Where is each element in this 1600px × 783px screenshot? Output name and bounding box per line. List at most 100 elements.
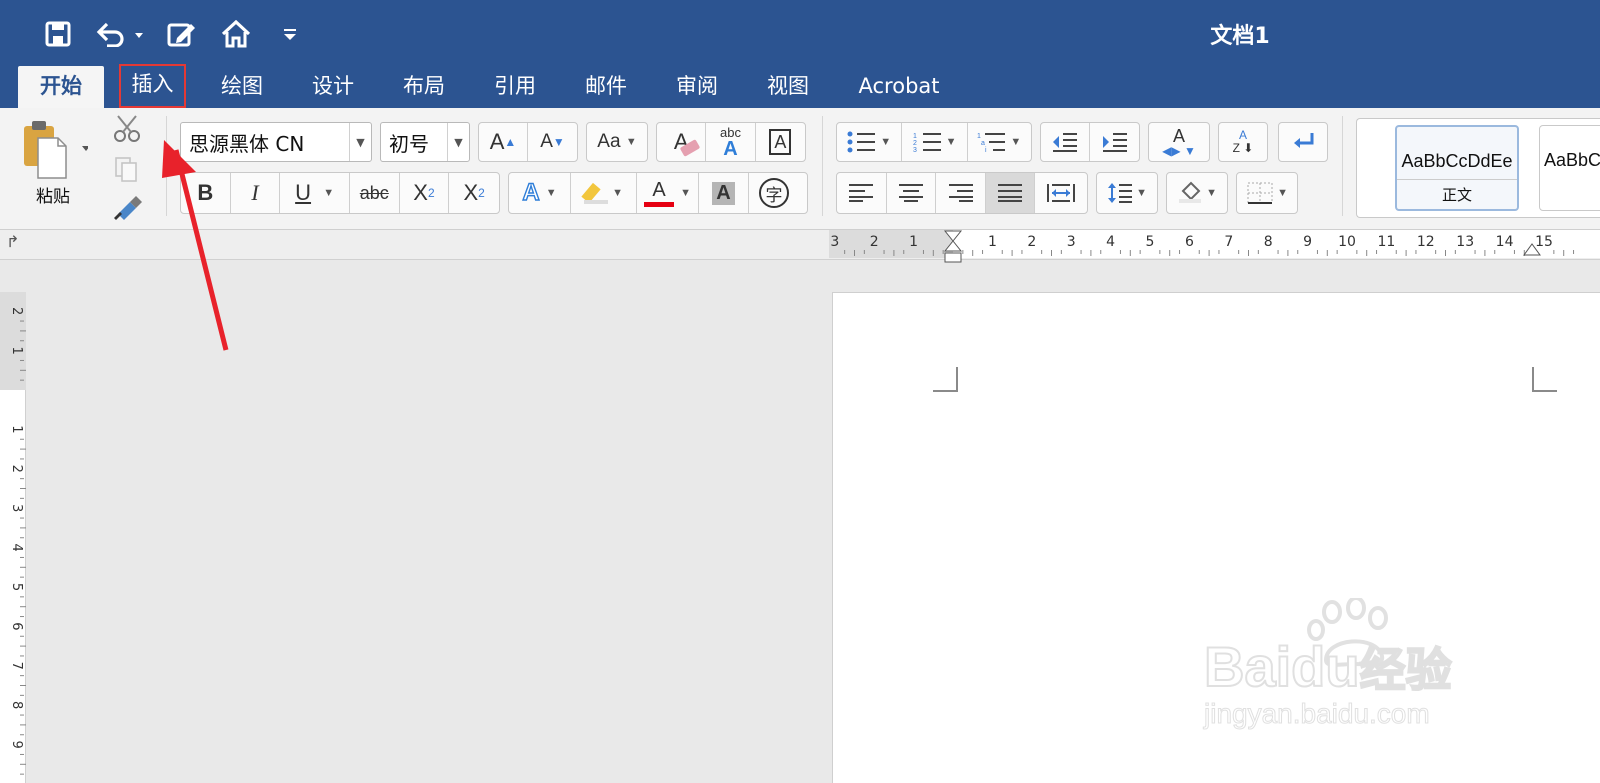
ruler-label: 8	[9, 701, 24, 709]
highlight-button[interactable]: ▼	[571, 173, 637, 213]
align-right-button[interactable]	[936, 173, 986, 213]
distributed-button[interactable]	[1035, 173, 1087, 213]
home-icon[interactable]	[216, 14, 256, 54]
margin-corner-mark	[933, 367, 958, 392]
style-normal[interactable]: AaBbCcDdEe 正文	[1395, 125, 1519, 211]
subscript-button[interactable]: X2	[400, 173, 450, 213]
format-painter-icon[interactable]	[112, 192, 144, 222]
style-no-spacing[interactable]: AaBbCcDdEe	[1539, 125, 1600, 211]
customize-icon[interactable]	[270, 14, 310, 54]
tab-mailings[interactable]: 邮件	[572, 66, 640, 108]
alignment-buttons	[836, 172, 1088, 214]
multilevel-list-button[interactable]: 1ai ▼	[968, 123, 1031, 161]
edit-icon[interactable]	[162, 14, 202, 54]
copy-icon[interactable]	[112, 154, 142, 184]
enclose-char-button[interactable]: 字	[749, 173, 799, 213]
font-size-combo[interactable]: 初号 ▼	[380, 122, 470, 162]
ruler-label: 14	[1496, 234, 1514, 250]
text-effects-button[interactable]: A ▼	[509, 173, 571, 213]
watermark-brand: Baidu经验	[1203, 634, 1453, 699]
tab-home[interactable]: 开始	[18, 66, 104, 108]
document-title: 文档1	[1210, 24, 1270, 49]
borders-button[interactable]: ▼	[1236, 172, 1298, 214]
char-border-button[interactable]: A	[756, 123, 805, 161]
ruler-label: 8	[1264, 234, 1273, 250]
style-preview: AaBbCcDdEe	[1544, 150, 1600, 170]
font-color-button[interactable]: A ▼	[637, 173, 699, 213]
bullets-button[interactable]: ▼	[837, 123, 903, 161]
ruler-label: 7	[9, 662, 24, 670]
tab-view[interactable]: 视图	[754, 66, 822, 108]
word-window: 文档1 开始 插入 绘图 设计 布局 引用 邮件 审阅 视图 Acrobat 粘…	[0, 0, 1600, 783]
sort-button[interactable]: AZ ⬇	[1218, 122, 1268, 162]
save-icon[interactable]	[38, 14, 78, 54]
phonetic-guide-button[interactable]: abc A	[706, 123, 756, 161]
tab-draw[interactable]: 绘图	[208, 66, 276, 108]
chevron-down-icon[interactable]: ▼	[447, 123, 469, 161]
font-size-buttons: A ▲ A ▼	[478, 122, 578, 162]
grow-font-button[interactable]: A ▲	[479, 123, 529, 161]
shrink-font-button[interactable]: A ▼	[528, 123, 577, 161]
ruler-label: 9	[9, 740, 24, 748]
vertical-ruler[interactable]: 2 1 1 2 3 4 5 6 7 8 9	[0, 292, 26, 783]
ruler-label: 9	[1303, 234, 1312, 250]
underline-button[interactable]: U ▼	[280, 173, 350, 213]
chevron-down-icon[interactable]: ▼	[349, 123, 371, 161]
horizontal-ruler[interactable]: 3 2 1 1 2 3 4 5 6 7 8 9 10 11 12 13 14 15	[829, 230, 1600, 263]
subscript-icon: X	[413, 180, 428, 205]
tab-references[interactable]: 引用	[481, 66, 549, 108]
show-marks-button[interactable]	[1278, 122, 1328, 162]
change-case-button[interactable]: Aa ▼	[586, 122, 648, 162]
strikethrough-button[interactable]: abc	[350, 173, 400, 213]
color-buttons: A ▼ ▼ A ▼ A 字	[508, 172, 808, 214]
ruler-label: 2	[1027, 234, 1036, 250]
ruler-label: 4	[9, 543, 24, 551]
ruler-ticks: 2 1 1 2 3 4 5 6 7 8 9	[9, 307, 26, 775]
align-left-button[interactable]	[837, 173, 887, 213]
text-direction-button[interactable]: A ◀▶ ▼	[1148, 122, 1210, 162]
paste-button[interactable]	[18, 118, 98, 188]
right-indent-marker-icon[interactable]	[1523, 242, 1541, 256]
undo-icon[interactable]	[92, 14, 148, 54]
tab-review[interactable]: 审阅	[663, 66, 731, 108]
ruler-label: 1	[9, 425, 24, 433]
ruler-label: 1	[988, 234, 997, 250]
align-center-button[interactable]	[887, 173, 937, 213]
change-case-icon: Aa ▼	[597, 131, 637, 152]
indent-marker-icon[interactable]	[943, 230, 963, 264]
line-spacing-button[interactable]: ▼	[1096, 172, 1158, 214]
ruler-label: 6	[9, 622, 24, 630]
svg-text:1: 1	[977, 133, 981, 140]
align-center-icon	[898, 184, 923, 202]
cut-icon[interactable]	[112, 114, 142, 144]
char-shading-button[interactable]: A	[699, 173, 749, 213]
ribbon-separator	[822, 116, 823, 216]
sort-icon: AZ ⬇	[1232, 127, 1254, 155]
ruler-label: 7	[1224, 234, 1233, 250]
tab-acrobat[interactable]: Acrobat	[845, 66, 953, 108]
styles-gallery: AaBbCcDdEe 正文 AaBbCcDdEe	[1356, 118, 1600, 218]
watermark-url: jingyan.baidu.com	[1204, 698, 1431, 730]
increase-indent-button[interactable]	[1090, 123, 1139, 161]
paragraph-shading-button[interactable]: ▼	[1166, 172, 1228, 214]
tab-insert[interactable]: 插入	[119, 64, 186, 108]
ruler-label: 11	[1377, 234, 1395, 250]
clear-format-button[interactable]: A	[657, 123, 707, 161]
ruler-label: 10	[1338, 234, 1356, 250]
justify-button[interactable]	[985, 173, 1036, 213]
multilevel-list-icon: 1ai	[977, 133, 1006, 153]
line-spacing-icon: ▼	[1097, 173, 1157, 213]
tab-design[interactable]: 设计	[299, 66, 367, 108]
list-buttons: ▼ 123 ▼ 1ai ▼	[836, 122, 1032, 162]
tab-layout[interactable]: 布局	[390, 66, 458, 108]
justify-icon	[998, 184, 1023, 202]
decrease-indent-button[interactable]	[1041, 123, 1091, 161]
ruler-label: 4	[1106, 234, 1115, 250]
tab-selector-icon[interactable]: ↱	[6, 232, 19, 252]
numbering-button[interactable]: 123 ▼	[902, 123, 968, 161]
style-preview: AaBbCcDdEe	[1401, 151, 1513, 171]
style-name: 正文	[1397, 179, 1517, 205]
svg-text:i: i	[985, 147, 987, 153]
align-left-icon	[849, 184, 874, 202]
superscript-button[interactable]: X2	[449, 173, 499, 213]
